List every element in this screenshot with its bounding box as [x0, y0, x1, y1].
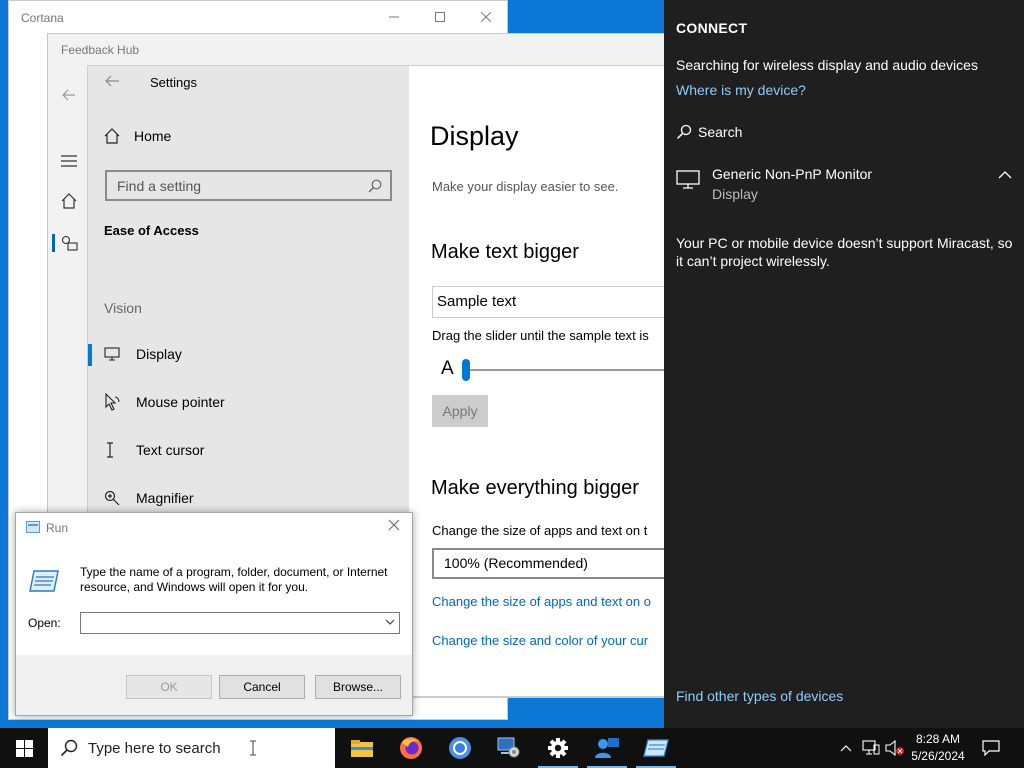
nav-item-label: Text cursor — [136, 442, 205, 458]
settings-title: Settings — [150, 75, 197, 90]
text-cursor-icon — [249, 740, 257, 756]
slider-thumb[interactable] — [462, 359, 470, 381]
open-input[interactable] — [80, 612, 400, 634]
pointer-size-link[interactable]: Change the size and color of your cur — [432, 633, 648, 648]
firefox-icon[interactable] — [387, 728, 435, 768]
advanced-scaling-link[interactable]: Change the size of apps and text on o — [432, 594, 651, 609]
chevron-up-icon[interactable] — [836, 728, 856, 768]
run-titlebar: Run — [16, 513, 412, 543]
monitor-icon — [88, 347, 136, 361]
where-is-my-device-link[interactable]: Where is my device? — [676, 82, 806, 98]
chevron-down-icon[interactable] — [385, 618, 395, 626]
find-other-devices-link[interactable]: Find other types of devices — [676, 688, 843, 704]
cortana-title: Cortana — [21, 11, 64, 25]
connect-panel: CONNECT Searching for wireless display a… — [664, 0, 1024, 728]
close-icon[interactable] — [463, 1, 509, 33]
run-body: Type the name of a program, folder, docu… — [16, 543, 412, 655]
settings-content: Display Make your display easier to see.… — [409, 66, 667, 696]
home-label: Home — [134, 128, 172, 144]
search-icon — [60, 739, 78, 757]
mouse-pointer-icon — [88, 393, 136, 411]
magnifier-icon — [88, 490, 136, 506]
connect-heading: CONNECT — [676, 20, 748, 36]
feedback-icon[interactable] — [58, 232, 80, 254]
minimize-icon[interactable] — [371, 1, 417, 33]
feedback-hub-icon[interactable] — [583, 728, 631, 768]
scale-label: Change the size of apps and text on t — [432, 523, 648, 538]
page-subtitle: Make your display easier to see. — [432, 179, 619, 194]
text-cursor-icon — [88, 442, 136, 458]
system-clock[interactable]: 8:28 AM 5/26/2024 — [906, 731, 970, 765]
slider-track — [463, 369, 667, 371]
nav-item-display[interactable]: Display — [88, 336, 409, 372]
nav-item-label: Mouse pointer — [136, 394, 225, 410]
find-setting-input[interactable]: Find a setting — [105, 170, 392, 201]
apply-button[interactable]: Apply — [432, 395, 488, 427]
volume-muted-icon[interactable] — [884, 728, 906, 768]
search-placeholder: Find a setting — [117, 177, 202, 194]
device-type: Display — [712, 186, 758, 202]
group-heading: Ease of Access — [104, 223, 199, 238]
page-title: Display — [430, 121, 519, 151]
back-arrow-icon[interactable] — [104, 74, 124, 92]
taskbar: Type here to search 8:28 AM 5/26/2024 — [0, 728, 1024, 768]
clock-time: 8:28 AM — [915, 732, 961, 746]
start-button[interactable] — [0, 728, 48, 768]
run-dialog[interactable]: Run Type the name of a program, folder, … — [15, 512, 413, 716]
slider-letter: A — [441, 358, 454, 379]
scale-dropdown[interactable]: 100% (Recommended) — [432, 548, 667, 579]
searching-status: Searching for wireless display and audio… — [676, 57, 978, 73]
cortana-window-controls — [371, 1, 509, 33]
windows-logo-icon — [15, 739, 33, 757]
notifications-icon[interactable] — [976, 728, 1006, 768]
run-title: Run — [46, 521, 69, 535]
nav-item-label: Display — [136, 346, 182, 362]
back-arrow-icon[interactable] — [58, 84, 80, 106]
connect-search-button[interactable]: Search — [676, 124, 742, 140]
settings-home-link[interactable]: Home — [104, 128, 171, 144]
run-icon[interactable] — [632, 728, 680, 768]
chevron-up-icon[interactable] — [998, 170, 1012, 180]
selection-indicator — [52, 234, 55, 252]
taskbar-search-placeholder: Type here to search — [88, 739, 221, 757]
home-icon[interactable] — [58, 190, 80, 212]
taskbar-search-box[interactable]: Type here to search — [48, 728, 335, 768]
section-label-vision: Vision — [104, 300, 142, 316]
control-panel-icon[interactable] — [485, 728, 533, 768]
open-label: Open: — [28, 616, 61, 630]
section-heading-text-bigger: Make text bigger — [431, 241, 579, 263]
file-explorer-icon[interactable] — [338, 728, 386, 768]
home-icon — [104, 128, 120, 144]
nav-item-mouse-pointer[interactable]: Mouse pointer — [88, 384, 409, 420]
monitor-icon — [676, 170, 700, 190]
cancel-button[interactable]: Cancel — [219, 675, 305, 699]
chrome-icon[interactable] — [436, 728, 484, 768]
sample-text-box: Sample text — [432, 286, 667, 318]
maximize-icon[interactable] — [417, 1, 463, 33]
miracast-note: Your PC or mobile device doesn’t support… — [676, 235, 1013, 269]
slider-hint: Drag the slider until the sample text is — [432, 328, 649, 343]
run-message: Type the name of a program, folder, docu… — [80, 565, 388, 594]
search-icon — [368, 179, 382, 193]
ok-button[interactable]: OK — [126, 675, 212, 699]
close-icon[interactable] — [388, 519, 404, 535]
run-program-icon — [28, 567, 60, 595]
device-item[interactable]: Generic Non-PnP Monitor Display — [676, 166, 1012, 206]
nav-item-label: Magnifier — [136, 490, 194, 506]
clock-date: 5/26/2024 — [911, 749, 965, 763]
search-label: Search — [698, 124, 743, 140]
search-icon — [676, 124, 692, 140]
browse-button[interactable]: Browse... — [315, 675, 401, 699]
device-name: Generic Non-PnP Monitor — [712, 166, 873, 182]
nav-item-text-cursor[interactable]: Text cursor — [88, 432, 409, 468]
text-size-slider[interactable]: A — [429, 356, 667, 386]
feedback-hub-title: Feedback Hub — [61, 43, 140, 57]
settings-gear-icon[interactable] — [534, 728, 582, 768]
network-icon[interactable] — [860, 728, 882, 768]
hamburger-menu-icon[interactable] — [58, 150, 80, 172]
nav-item-magnifier[interactable]: Magnifier — [88, 480, 409, 516]
run-icon — [26, 521, 40, 533]
section-heading-everything-bigger: Make everything bigger — [431, 477, 639, 499]
